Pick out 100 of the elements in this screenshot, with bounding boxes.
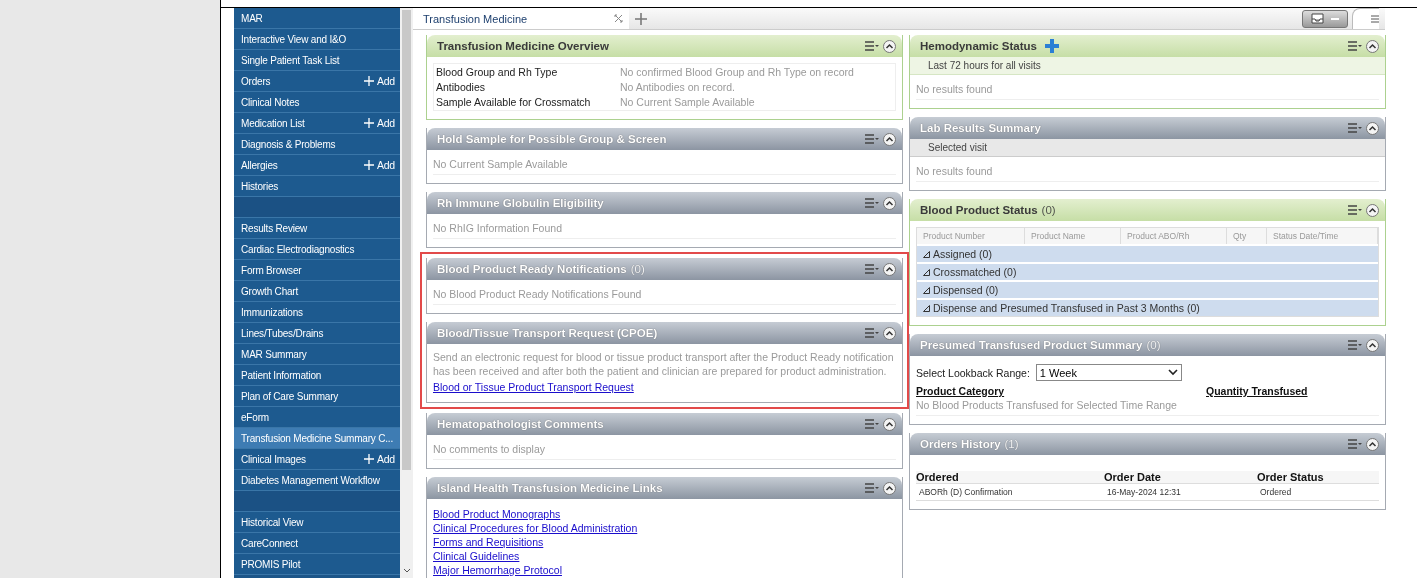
request-link[interactable]: Blood or Tissue Product Transport Request — [433, 380, 634, 394]
menu-item[interactable]: CareConnect — [234, 533, 400, 554]
plus-icon — [363, 118, 374, 128]
column-header[interactable]: Quantity Transfused — [1206, 385, 1308, 397]
add-icon[interactable] — [1044, 39, 1059, 53]
menu-icon[interactable] — [865, 328, 879, 338]
partial-tab[interactable] — [1352, 8, 1379, 29]
menu-icon[interactable] — [865, 41, 879, 51]
menu-item[interactable]: Diagnosis & Problems — [234, 134, 400, 155]
menu-item[interactable]: Patient Information — [234, 365, 400, 386]
menu-item[interactable]: Immunizations — [234, 302, 400, 323]
field-label: Blood Group and Rh Type — [436, 66, 559, 78]
panel-title: Hematopathologist Comments — [437, 418, 604, 430]
menu-item[interactable]: Diabetes Management Workflow — [234, 470, 400, 491]
menu-icon[interactable] — [865, 483, 879, 493]
add-link[interactable]: Add — [363, 453, 395, 465]
collapse-icon[interactable] — [883, 196, 896, 210]
group-row[interactable]: Assigned (0) — [917, 244, 1378, 262]
collapse-icon[interactable] — [1366, 121, 1379, 135]
collapse-icon[interactable] — [883, 39, 896, 53]
collapse-icon[interactable] — [1366, 338, 1379, 352]
menu-item[interactable]: Clinical Notes — [234, 92, 400, 113]
close-icon[interactable] — [614, 14, 623, 23]
minimize-icon — [1331, 17, 1340, 20]
expander-icon — [923, 250, 930, 258]
lookback-select[interactable]: 1 Week — [1035, 364, 1182, 381]
menu-item[interactable]: MAR — [234, 8, 400, 29]
menu-item[interactable]: Interactive View and I&O — [234, 29, 400, 50]
menu-item[interactable]: Historical View — [234, 512, 400, 533]
menu-item[interactable]: Allergies Add — [234, 155, 400, 176]
group-label: Dispensed (0) — [933, 284, 999, 296]
menu-item[interactable]: Cardiac Electrodiagnostics — [234, 239, 400, 260]
panel-title: Blood Product Status — [920, 204, 1038, 216]
panel-subheader: Last 72 hours for all visits — [910, 57, 1385, 75]
collapse-icon[interactable] — [883, 132, 896, 146]
menu-item[interactable]: Plan of Care Summary — [234, 386, 400, 407]
resource-link[interactable]: Clinical Guidelines — [433, 549, 520, 563]
collapse-icon[interactable] — [1366, 203, 1379, 217]
menu-item[interactable]: Orders Add — [234, 71, 400, 92]
collapse-icon[interactable] — [883, 262, 896, 276]
panel-count: (1) — [1004, 438, 1019, 450]
collapse-icon[interactable] — [1366, 39, 1379, 53]
resource-link[interactable]: Forms and Requisitions — [433, 535, 544, 549]
menu-item[interactable]: Single Patient Task List — [234, 50, 400, 71]
add-link[interactable]: Add — [363, 117, 395, 129]
menu-icon[interactable] — [865, 419, 879, 429]
resource-link[interactable]: Clinical Procedures for Blood Administration — [433, 521, 638, 535]
group-label: Assigned (0) — [933, 248, 992, 260]
panel-title: Presumed Transfused Product Summary — [920, 339, 1143, 351]
menu-item[interactable]: Results Review — [234, 218, 400, 239]
expander-icon — [923, 268, 930, 276]
menu-item[interactable]: PROMIS Pilot — [234, 554, 400, 575]
menu-item[interactable]: Form Browser — [234, 260, 400, 281]
collapse-icon[interactable] — [883, 417, 896, 431]
menu-icon[interactable] — [1348, 439, 1362, 449]
menu-icon[interactable] — [865, 198, 879, 208]
tray-icon — [1310, 13, 1324, 24]
group-row[interactable]: Dispensed (0) — [917, 280, 1378, 298]
column-header: Order Status — [1257, 471, 1325, 483]
field-label: Sample Available for Crossmatch — [436, 96, 592, 108]
collapse-icon[interactable] — [883, 326, 896, 340]
column-header[interactable]: Product Category — [916, 385, 1005, 397]
collapse-icon[interactable] — [1366, 437, 1379, 451]
menu-item[interactable]: Clinical Images Add — [234, 449, 400, 470]
empty-message: No results found — [916, 81, 1379, 100]
panel-count: (0) — [1146, 339, 1161, 351]
menu-icon[interactable] — [1348, 205, 1362, 215]
scroll-down-icon — [402, 568, 411, 574]
field-value: No Current Sample Available — [620, 96, 756, 108]
field-value: No confirmed Blood Group and Rh Type on record — [620, 66, 855, 78]
menu-icon[interactable] — [1348, 41, 1362, 51]
resource-link[interactable]: Blood Product Monographs — [433, 507, 561, 521]
add-link[interactable]: Add — [363, 159, 395, 171]
menu-item[interactable]: MAR Summary — [234, 344, 400, 365]
panel-title: Hold Sample for Possible Group & Screen — [437, 133, 667, 145]
menu-item[interactable]: Histories — [234, 176, 400, 197]
add-link[interactable]: Add — [363, 75, 395, 87]
menu-icon[interactable] — [1348, 340, 1362, 350]
menu-item[interactable]: Growth Chart — [234, 281, 400, 302]
scrollbar[interactable] — [400, 8, 413, 578]
expander-icon — [923, 286, 930, 294]
collapse-icon[interactable] — [883, 481, 896, 495]
panel-count: (0) — [1041, 204, 1056, 216]
group-row[interactable]: Dispense and Presumed Transfused in Past 3 Months (0) — [917, 298, 1378, 316]
menu-item[interactable]: eForm — [234, 407, 400, 428]
tab[interactable]: Transfusion Medicine — [413, 8, 629, 29]
resource-link[interactable]: Major Hemorrhage Protocol — [433, 563, 562, 577]
panel-title: Orders History — [920, 438, 1001, 450]
toolbar-button[interactable] — [1302, 9, 1348, 28]
menu-icon[interactable] — [1348, 123, 1362, 133]
menu-item[interactable]: Lines/Tubes/Drains — [234, 323, 400, 344]
menu-item[interactable]: Medication List Add — [234, 113, 400, 134]
column-header: Order Date — [1104, 471, 1162, 483]
menu-icon[interactable] — [865, 264, 879, 274]
menu-icon[interactable] — [865, 134, 879, 144]
menu-icon — [1371, 15, 1379, 23]
menu-item[interactable]: Transfusion Medicine Summary C... — [234, 428, 400, 449]
panel-title: Rh Immune Globulin Eligibility — [437, 197, 604, 209]
table-cell-text: ABORh (D) Confirmation — [918, 487, 1014, 497]
group-row[interactable]: Crossmatched (0) — [917, 262, 1378, 280]
